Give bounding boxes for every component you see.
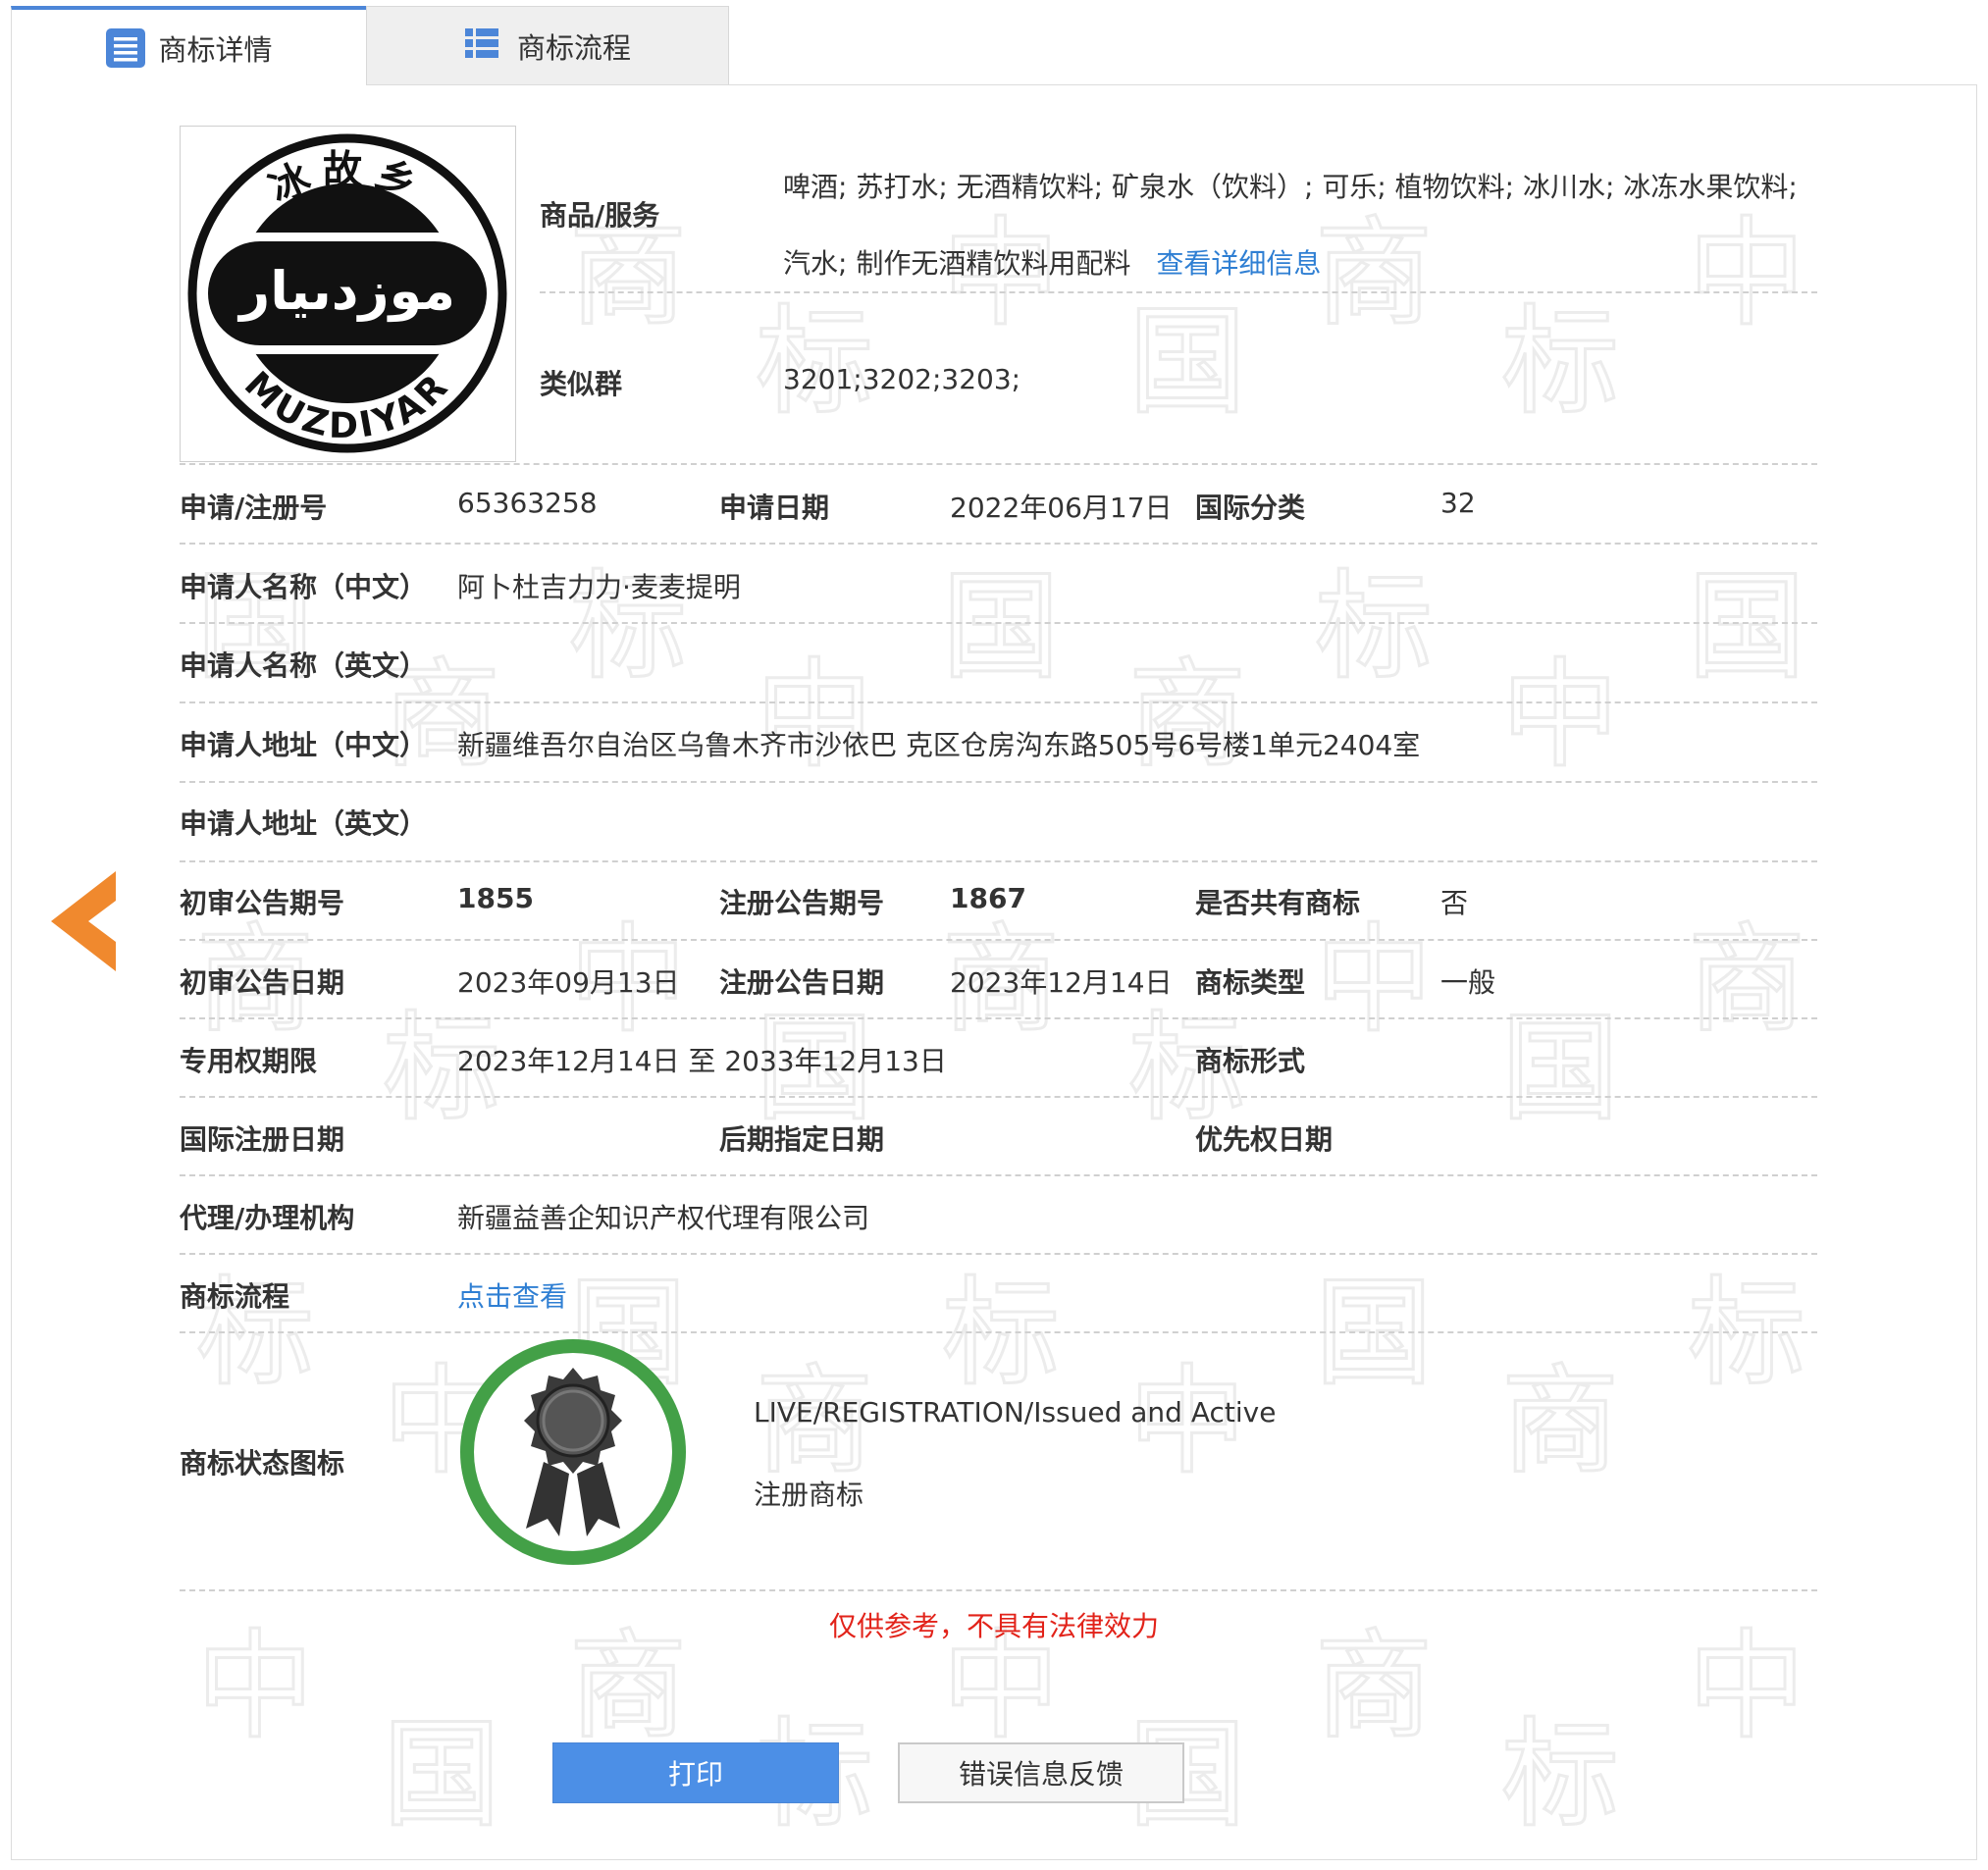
applicant-cn-value: 阿卜杜吉力力·麦麦提明 bbox=[457, 571, 741, 603]
divider bbox=[180, 1017, 1817, 1019]
shared-value: 否 bbox=[1440, 887, 1469, 919]
intl-class-value: 32 bbox=[1440, 487, 1476, 519]
reg-issue-label: 注册公告期号 bbox=[719, 887, 885, 919]
reg-date-value: 2023年12月14日 bbox=[950, 966, 1173, 999]
address-en-label: 申请人地址（英文） bbox=[180, 807, 428, 840]
divider bbox=[180, 939, 1817, 941]
address-cn-label: 申请人地址（中文） bbox=[180, 729, 428, 761]
feedback-button[interactable]: 错误信息反馈 bbox=[898, 1742, 1184, 1803]
tm-type-label: 商标类型 bbox=[1195, 966, 1306, 999]
divider bbox=[180, 1331, 1817, 1333]
tab-label: 商标流程 bbox=[516, 30, 631, 65]
similar-group-label: 类似群 bbox=[540, 368, 623, 400]
logo-arabic-text: موزدىيار bbox=[236, 260, 455, 322]
goods-services-label: 商品/服务 bbox=[540, 199, 660, 232]
applicant-en-label: 申请人名称（英文） bbox=[180, 649, 428, 682]
reg-no-label: 申请/注册号 bbox=[180, 492, 328, 524]
agency-label: 代理/办理机构 bbox=[180, 1202, 355, 1234]
address-cn-value: 新疆维吾尔自治区乌鲁木齐市沙依巴 克区仓房沟东路505号6号楼1单元2404室 bbox=[457, 729, 1421, 761]
list-detail-icon bbox=[105, 27, 146, 69]
shared-label: 是否共有商标 bbox=[1195, 887, 1361, 919]
divider bbox=[180, 1589, 1817, 1591]
intl-class-label: 国际分类 bbox=[1195, 492, 1306, 524]
intl-reg-date-label: 国际注册日期 bbox=[180, 1123, 345, 1156]
agency-value: 新疆益善企知识产权代理有限公司 bbox=[457, 1202, 870, 1234]
disclaimer-text: 仅供参考，不具有法律效力 bbox=[828, 1610, 1159, 1642]
goods-services-value: 啤酒; 苏打水; 无酒精饮料; 矿泉水（饮料）; 可乐; 植物饮料; 冰川水; … bbox=[783, 149, 1823, 302]
divider bbox=[180, 860, 1817, 862]
divider bbox=[180, 1174, 1817, 1176]
prelim-date-label: 初审公告日期 bbox=[180, 966, 345, 999]
prelim-issue-value: 1855 bbox=[457, 882, 534, 914]
back-arrow-icon[interactable] bbox=[51, 871, 116, 971]
tab-label: 商标详情 bbox=[158, 33, 273, 67]
grid-list-icon bbox=[464, 26, 505, 67]
prelim-issue-label: 初审公告期号 bbox=[180, 887, 345, 919]
divider bbox=[540, 291, 1817, 293]
registered-award-icon bbox=[457, 1336, 689, 1568]
apply-date-value: 2022年06月17日 bbox=[950, 492, 1173, 524]
divider bbox=[180, 1096, 1817, 1098]
divider bbox=[180, 781, 1817, 783]
view-details-link[interactable]: 查看详细信息 bbox=[1156, 247, 1321, 280]
tab-trademark-detail[interactable]: 商标详情 bbox=[11, 6, 366, 86]
divider bbox=[180, 701, 1817, 703]
prelim-date-value: 2023年09月13日 bbox=[457, 966, 680, 999]
later-designation-label: 后期指定日期 bbox=[719, 1123, 885, 1156]
reg-issue-value: 1867 bbox=[950, 882, 1026, 914]
tab-trademark-process[interactable]: 商标流程 bbox=[366, 6, 729, 84]
reg-no-value: 65363258 bbox=[457, 487, 598, 519]
status-en-text: LIVE/REGISTRATION/Issued and Active bbox=[754, 1396, 1277, 1428]
divider bbox=[180, 622, 1817, 624]
priority-date-label: 优先权日期 bbox=[1195, 1123, 1334, 1156]
trademark-logo: 冰故乡 MUZDIYAR موزدىيار bbox=[180, 126, 516, 462]
view-process-link[interactable]: 点击查看 bbox=[457, 1275, 567, 1315]
print-button[interactable]: 打印 bbox=[552, 1742, 839, 1803]
process-label: 商标流程 bbox=[180, 1280, 290, 1313]
applicant-cn-label: 申请人名称（中文） bbox=[180, 571, 428, 603]
tm-type-value: 一般 bbox=[1440, 966, 1496, 999]
exclusive-period-value: 2023年12月14日 至 2033年12月13日 bbox=[457, 1045, 947, 1077]
exclusive-period-label: 专用权期限 bbox=[180, 1045, 318, 1077]
status-cn-text: 注册商标 bbox=[754, 1479, 864, 1511]
divider bbox=[180, 463, 1817, 465]
divider bbox=[180, 1253, 1817, 1255]
divider bbox=[180, 543, 1817, 545]
apply-date-label: 申请日期 bbox=[719, 492, 830, 524]
tm-form-label: 商标形式 bbox=[1195, 1045, 1306, 1077]
status-icon-label: 商标状态图标 bbox=[180, 1447, 345, 1480]
similar-group-value: 3201;3202;3203; bbox=[783, 363, 1021, 395]
trademark-logo-image: 冰故乡 MUZDIYAR موزدىيار bbox=[187, 133, 507, 453]
tab-bar: 商标详情 商标流程 bbox=[11, 6, 729, 86]
reg-date-label: 注册公告日期 bbox=[719, 966, 885, 999]
